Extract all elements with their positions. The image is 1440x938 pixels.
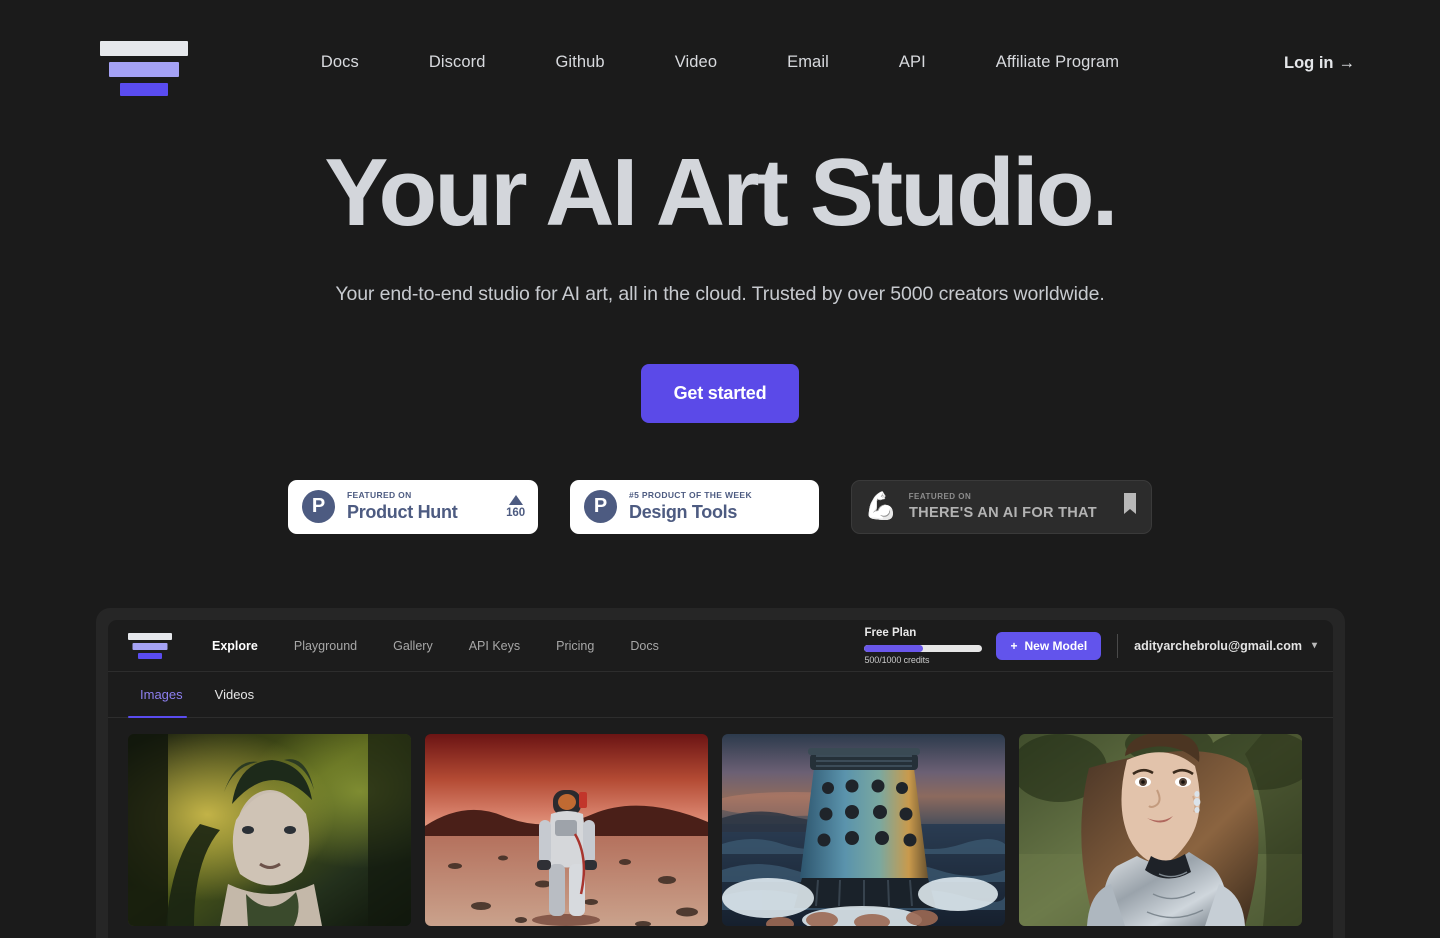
- credits-progress-fill: [864, 644, 924, 652]
- cta-container: Get started: [0, 363, 1440, 423]
- tab-images[interactable]: Images: [128, 672, 199, 718]
- nav-item-github[interactable]: Github: [520, 53, 639, 72]
- armored-woman-portrait-image: [1019, 734, 1302, 926]
- design-tools-badge-text: #5 PRODUCT OF THE WEEK Design Tools: [629, 490, 806, 523]
- page-title: Your AI Art Studio.: [324, 139, 1118, 246]
- site-header: Docs Discord Github Video Email API Affi…: [0, 0, 1440, 133]
- arrow-right-icon: →: [1338, 54, 1356, 72]
- main-nav: Docs Discord Github Video Email API Affi…: [286, 53, 1154, 72]
- app-nav-item-gallery[interactable]: Gallery: [375, 639, 451, 653]
- hero-section: Your AI Art Studio. Your end-to-end stud…: [0, 143, 1440, 534]
- nav-item-video[interactable]: Video: [640, 53, 752, 72]
- app-nav-item-api-keys[interactable]: API Keys: [451, 639, 538, 653]
- upvote-group[interactable]: 160: [500, 494, 525, 519]
- nav-item-discord[interactable]: Discord: [394, 53, 521, 72]
- account-menu[interactable]: adityarchebrolu@gmail.com ▾: [1134, 639, 1317, 653]
- logo-bar-top: [128, 632, 172, 640]
- login-link[interactable]: Log in →: [1284, 54, 1355, 73]
- product-hunt-design-tools-badge[interactable]: P #5 PRODUCT OF THE WEEK Design Tools: [570, 479, 819, 534]
- logo-bar-bottom: [138, 652, 162, 659]
- badge-title: Design Tools: [629, 501, 738, 522]
- plan-usage: Free Plan 500/1000 credits: [864, 626, 983, 665]
- badge-row: P FEATURED ON Product Hunt 160 P #5 PROD…: [0, 479, 1440, 534]
- product-hunt-badge-text: FEATURED ON Product Hunt: [347, 490, 500, 523]
- new-model-button[interactable]: + New Model: [996, 631, 1102, 660]
- gallery-item[interactable]: [425, 734, 708, 926]
- forest-nymph-image: [128, 734, 411, 926]
- taft-badge-text: FEATURED ON THERE'S AN AI FOR THAT: [909, 492, 1122, 522]
- app-nav-item-docs[interactable]: Docs: [612, 639, 676, 653]
- gallery-item[interactable]: [128, 734, 411, 926]
- header-divider: [1117, 633, 1119, 658]
- app-header-actions: Free Plan 500/1000 credits + New Model a…: [864, 626, 1317, 665]
- credits-progress-bar: [864, 644, 983, 652]
- app-nav-item-pricing[interactable]: Pricing: [538, 639, 612, 653]
- get-started-button[interactable]: Get started: [640, 363, 800, 423]
- badge-title: THERE'S AN AI FOR THAT: [908, 503, 1097, 521]
- app-header: Explore Playground Gallery API Keys Pric…: [108, 620, 1333, 672]
- nav-item-email[interactable]: Email: [752, 53, 864, 72]
- dalek-in-ocean-image: [722, 734, 1005, 926]
- logo-bar-middle: [132, 642, 168, 650]
- astronaut-on-mars-image: [425, 734, 708, 926]
- gallery-item[interactable]: [722, 734, 1005, 926]
- plus-icon: +: [1010, 638, 1018, 653]
- flexed-biceps-icon: 💪: [864, 491, 898, 522]
- product-hunt-featured-badge[interactable]: P FEATURED ON Product Hunt 160: [288, 479, 538, 534]
- app-preview-window: Explore Playground Gallery API Keys Pric…: [108, 620, 1333, 938]
- chevron-down-icon: ▾: [1311, 640, 1317, 651]
- tab-videos[interactable]: Videos: [199, 672, 271, 717]
- product-hunt-icon: P: [302, 490, 335, 524]
- app-brand-logo[interactable]: [128, 632, 172, 659]
- caret-up-icon: [508, 494, 523, 505]
- bookmark-icon: [1122, 492, 1138, 521]
- new-model-label: New Model: [1024, 638, 1088, 653]
- logo-bar-top: [100, 41, 188, 56]
- brand-logo[interactable]: [100, 41, 188, 96]
- content-tabs: Images Videos: [108, 672, 1333, 718]
- product-hunt-icon: P: [584, 490, 617, 524]
- plan-name: Free Plan: [864, 627, 917, 640]
- hero-subtitle: Your end-to-end studio for AI art, all i…: [335, 282, 1105, 305]
- badge-title: Product Hunt: [347, 501, 458, 522]
- image-gallery: [108, 718, 1333, 926]
- badge-kicker: FEATURED ON: [908, 492, 972, 502]
- upvote-count: 160: [506, 506, 525, 519]
- logo-bar-middle: [109, 62, 179, 77]
- app-preview-frame: Explore Playground Gallery API Keys Pric…: [96, 608, 1345, 938]
- app-nav-item-playground[interactable]: Playground: [276, 639, 375, 653]
- nav-item-docs[interactable]: Docs: [286, 53, 394, 72]
- gallery-item[interactable]: [1019, 734, 1302, 926]
- theres-an-ai-for-that-badge[interactable]: 💪 FEATURED ON THERE'S AN AI FOR THAT: [851, 479, 1152, 534]
- login-label: Log in: [1284, 54, 1334, 72]
- nav-item-api[interactable]: API: [864, 53, 961, 72]
- badge-kicker: #5 PRODUCT OF THE WEEK: [629, 490, 752, 501]
- credits-label: 500/1000 credits: [864, 654, 930, 665]
- nav-item-affiliate-program[interactable]: Affiliate Program: [961, 53, 1154, 72]
- app-nav-item-explore[interactable]: Explore: [194, 639, 276, 653]
- badge-kicker: FEATURED ON: [347, 490, 412, 501]
- account-email: adityarchebrolu@gmail.com: [1134, 638, 1302, 653]
- logo-bar-bottom: [120, 83, 168, 96]
- app-nav: Explore Playground Gallery API Keys Pric…: [194, 639, 677, 653]
